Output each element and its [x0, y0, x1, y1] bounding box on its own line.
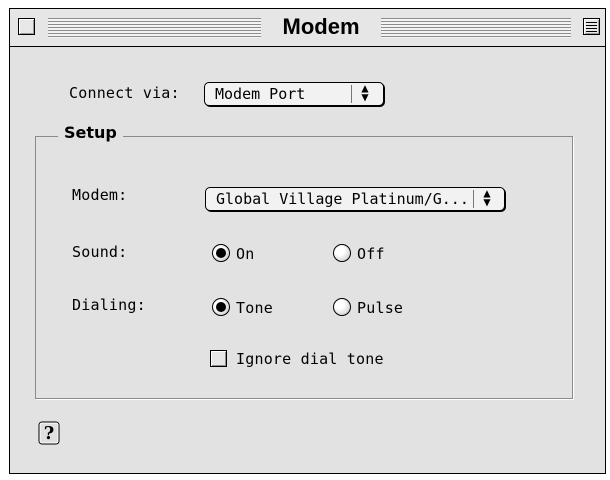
close-box[interactable]: [18, 18, 35, 35]
title-bar[interactable]: Modem: [10, 9, 605, 47]
window-title: Modem: [282, 14, 360, 39]
modem-label: Modem:: [72, 186, 128, 204]
setup-group-title: Setup: [58, 123, 123, 142]
ignore-dial-tone-checkbox[interactable]: [210, 350, 227, 367]
connect-via-popup[interactable]: Modem Port ▲ ▼: [204, 82, 384, 106]
sound-on-label[interactable]: On: [236, 245, 254, 263]
sound-label: Sound:: [72, 243, 128, 261]
dialing-pulse-label[interactable]: Pulse: [357, 299, 403, 317]
dialing-tone-radio[interactable]: [212, 298, 230, 316]
up-down-arrows-icon: ▲ ▼: [361, 81, 369, 104]
svg-text:?: ?: [44, 423, 55, 444]
modem-value: Global Village Platinum/G...: [216, 190, 469, 208]
radio-selected-dot: [216, 248, 226, 258]
collapse-box[interactable]: [583, 18, 600, 35]
radio-selected-dot: [216, 302, 226, 312]
sound-off-label[interactable]: Off: [357, 245, 385, 263]
help-question-icon[interactable]: ?: [38, 421, 60, 445]
connect-via-value: Modem Port: [215, 85, 306, 103]
up-down-arrows-icon: ▲ ▼: [483, 186, 491, 209]
ignore-dial-tone-label[interactable]: Ignore dial tone: [236, 350, 384, 368]
modem-popup[interactable]: Global Village Platinum/G... ▲ ▼: [205, 187, 505, 211]
dialing-pulse-radio[interactable]: [333, 298, 351, 316]
title-bar-stripes-right: [381, 18, 571, 38]
popup-divider: [351, 85, 352, 103]
popup-divider: [473, 190, 474, 208]
dialing-label: Dialing:: [72, 296, 146, 314]
sound-on-radio[interactable]: [212, 244, 230, 262]
title-bar-stripes-left: [48, 18, 261, 38]
connect-via-label: Connect via:: [69, 84, 180, 102]
dialing-tone-label[interactable]: Tone: [236, 299, 273, 317]
sound-off-radio[interactable]: [333, 244, 351, 262]
